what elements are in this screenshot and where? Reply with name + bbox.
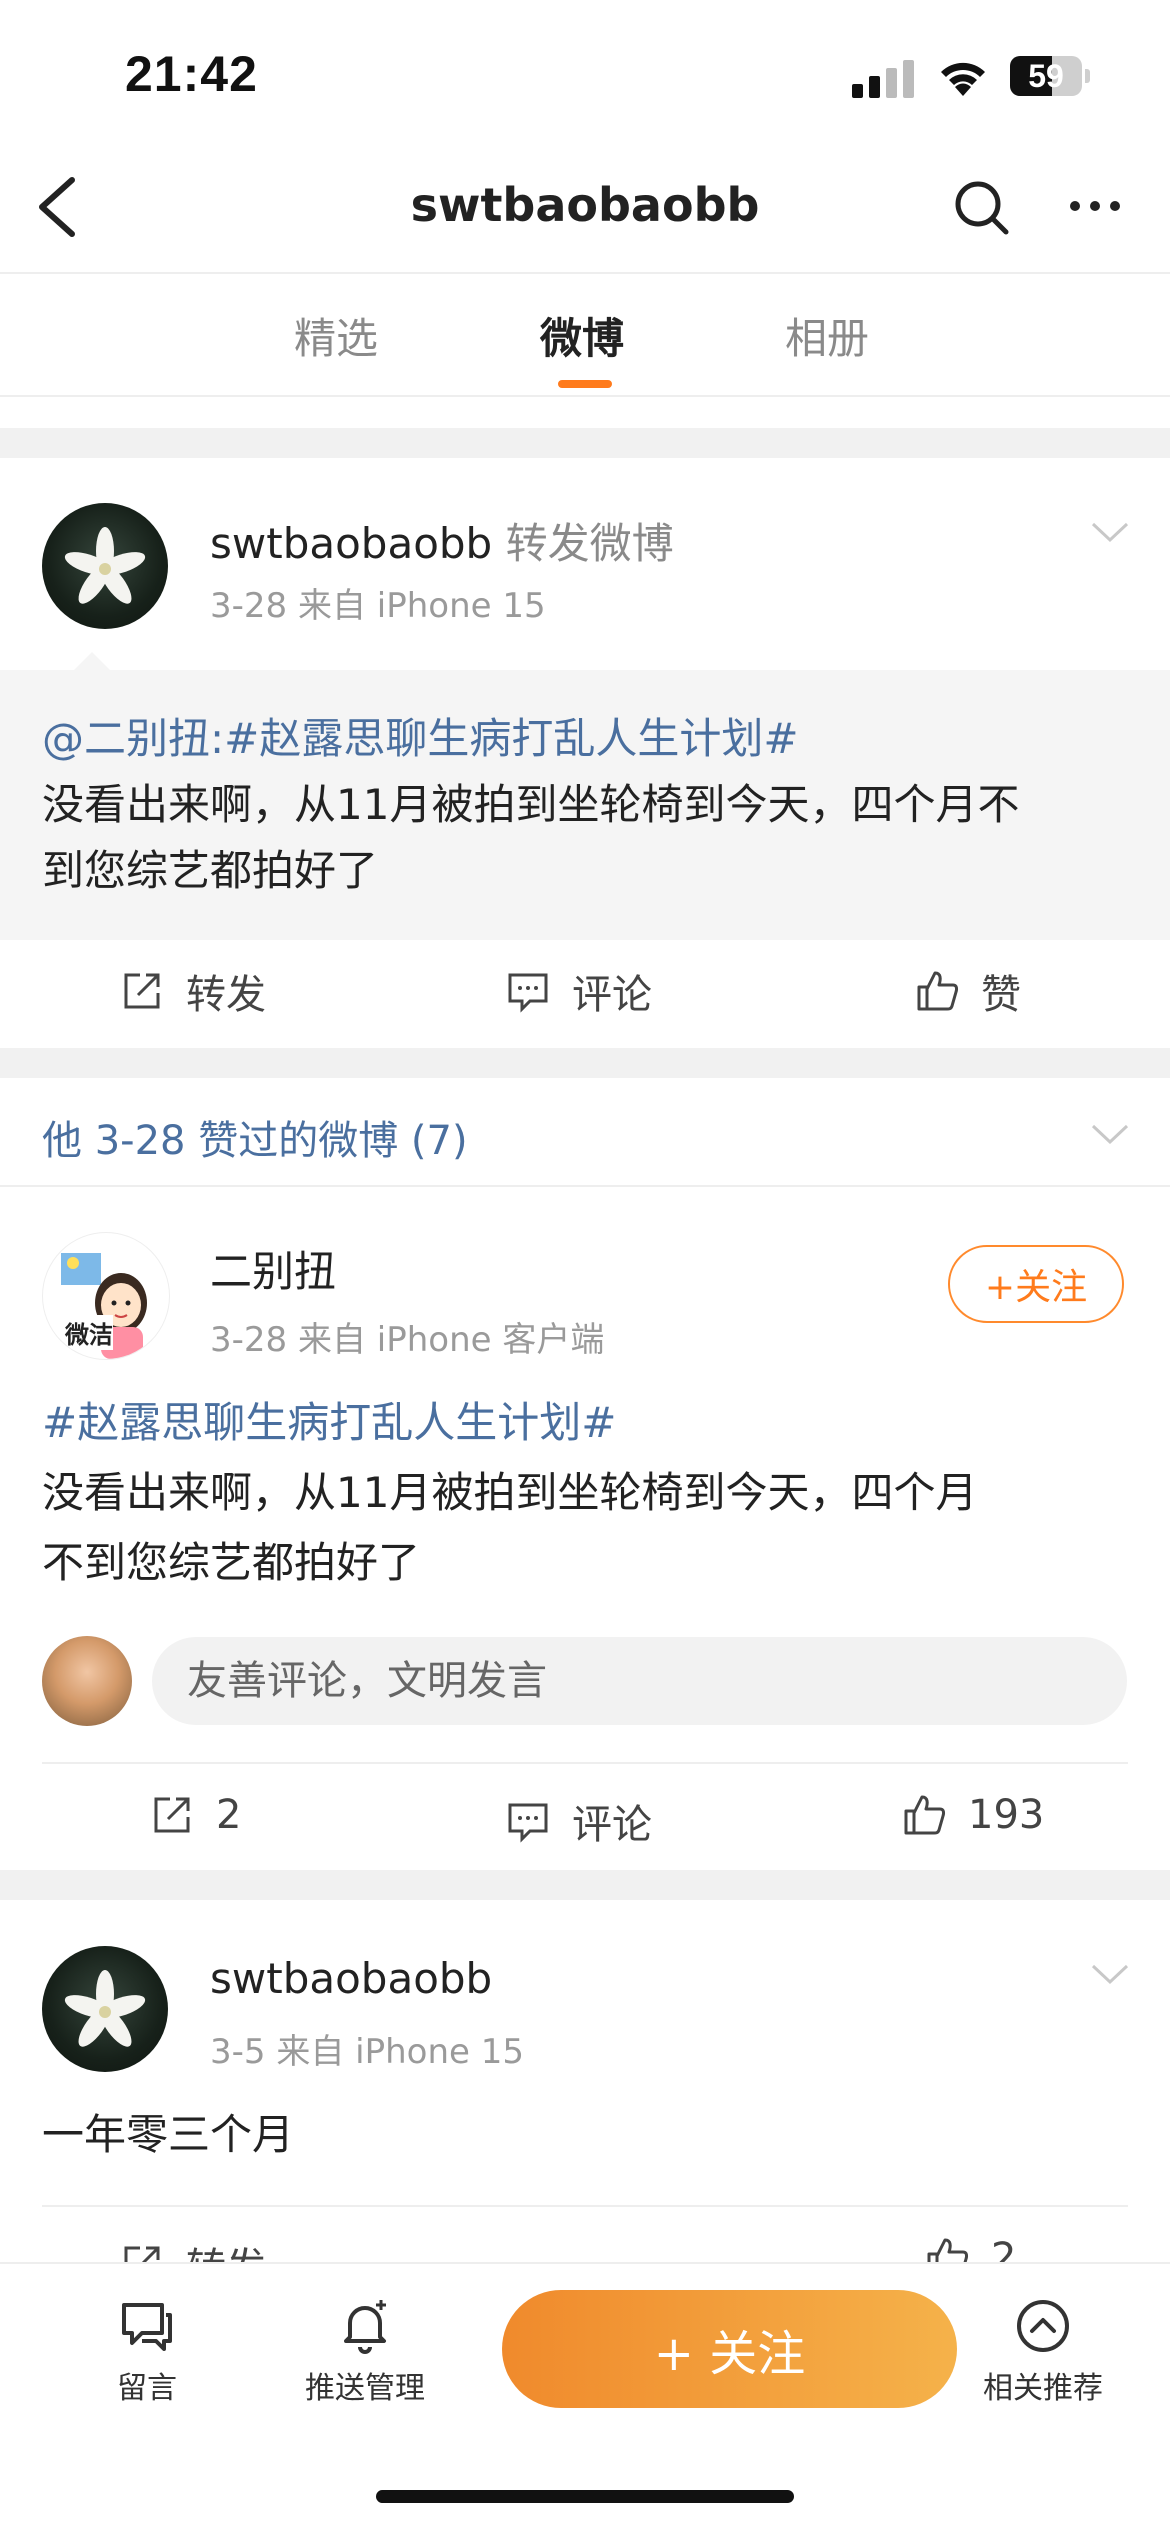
repost-icon — [124, 973, 160, 1009]
home-indicator[interactable] — [376, 2490, 794, 2503]
text-line: 没看出来啊，从11月被拍到坐轮椅到今天，四个月 — [42, 1468, 978, 1517]
divider — [42, 1762, 1128, 1764]
section-gap — [0, 1048, 1170, 1078]
topic-link[interactable]: #赵露思聊生病打乱人生计划# — [42, 1398, 616, 1447]
avatar-badge: 微洁 — [65, 1315, 113, 1350]
repost-icon — [154, 1797, 190, 1833]
tab-active-indicator — [558, 380, 612, 388]
text-line: 到您综艺都拍好了 — [42, 846, 379, 895]
comment-label: 评论 — [572, 972, 652, 1018]
divider — [42, 2205, 1128, 2207]
bell-icon — [344, 2300, 386, 2354]
thumbs-up-icon — [904, 1795, 946, 1835]
section-gap — [0, 428, 1170, 458]
battery-icon: 59 — [1010, 56, 1082, 96]
repost-button[interactable]: 2 — [150, 1792, 241, 1838]
topic-link[interactable]: #赵露思聊生病打乱人生计划# — [224, 714, 798, 763]
message-button[interactable]: 留言 — [72, 2297, 222, 2407]
section-gap — [0, 1870, 1170, 1900]
comment-label: 评论 — [572, 1802, 652, 1848]
search-icon[interactable] — [950, 176, 1014, 240]
push-settings-button[interactable]: 推送管理 — [290, 2297, 440, 2407]
status-time: 21:42 — [125, 46, 258, 102]
comment-icon — [508, 1803, 548, 1843]
username[interactable]: swtbaobaobb — [210, 519, 492, 568]
more-icon[interactable] — [1065, 196, 1125, 216]
username[interactable]: swtbaobaobb — [210, 1954, 492, 2003]
chevron-down-icon[interactable] — [1090, 520, 1130, 544]
reposted-text: @二别扭:#赵露思聊生病打乱人生计划# 没看出来啊，从11月被拍到坐轮椅到今天，… — [42, 706, 1019, 904]
related-recommend-label: 相关推荐 — [983, 2371, 1103, 2406]
post-meta: 3-28 来自 iPhone 客户端 — [210, 1312, 604, 1361]
post-text: 一年零三个月 — [42, 2110, 295, 2159]
repost-button[interactable]: 转发 — [120, 962, 266, 1020]
repost-pointer — [72, 652, 112, 672]
post-meta: 3-28 来自 iPhone 15 — [210, 586, 546, 626]
repost-tag: 转发微博 — [505, 519, 674, 568]
comment-icon — [508, 973, 548, 1013]
text-line: 没看出来啊，从11月被拍到坐轮椅到今天，四个月不 — [42, 780, 1020, 829]
comment-button[interactable]: 评论 — [506, 962, 652, 1020]
wifi-icon — [935, 54, 991, 98]
avatar[interactable] — [42, 1946, 168, 2072]
section-divider — [0, 1185, 1170, 1187]
tab-weibo[interactable]: 微博 — [540, 305, 624, 366]
related-recommend-button[interactable]: 相关推荐 — [968, 2297, 1118, 2407]
tab-featured[interactable]: 精选 — [294, 305, 378, 366]
comment-input[interactable]: 友善评论，文明发言 — [152, 1637, 1127, 1725]
comment-button[interactable]: 评论 — [506, 1792, 652, 1850]
user-avatar — [42, 1636, 132, 1726]
username[interactable]: 二别扭 — [210, 1238, 336, 1299]
avatar[interactable] — [42, 503, 168, 629]
battery-tip — [1085, 69, 1090, 83]
post-text: #赵露思聊生病打乱人生计划# 没看出来啊，从11月被拍到坐轮椅到今天，四个月 不… — [42, 1388, 977, 1598]
like-button[interactable]: 赞 — [915, 962, 1021, 1020]
chevron-down-icon[interactable] — [1090, 1122, 1130, 1146]
message-label: 留言 — [117, 2371, 177, 2406]
mention-link[interactable]: @二别扭: — [42, 714, 224, 763]
repost-label: 转发 — [186, 972, 266, 1018]
push-settings-label: 推送管理 — [305, 2371, 425, 2406]
message-icon — [122, 2303, 172, 2351]
avatar[interactable]: 微洁 — [42, 1232, 170, 1360]
follow-button[interactable]: +关注 — [948, 1245, 1124, 1323]
repost-count: 2 — [216, 1792, 242, 1838]
liked-posts-header[interactable]: 他 3-28 赞过的微博 (7) — [42, 1108, 468, 1166]
like-count: 193 — [968, 1792, 1045, 1838]
tabs-divider — [0, 395, 1170, 397]
follow-main-button[interactable]: + 关注 — [502, 2290, 957, 2408]
tab-album[interactable]: 相册 — [785, 305, 869, 366]
like-button[interactable]: 193 — [902, 1792, 1044, 1838]
chevron-down-icon[interactable] — [1090, 1962, 1130, 1986]
post-meta-text: 3-28 来自 iPhone 客户端 — [210, 1320, 605, 1360]
nav-divider — [0, 272, 1170, 274]
text-line: 不到您综艺都拍好了 — [42, 1538, 421, 1587]
like-label: 赞 — [981, 972, 1021, 1018]
cellular-signal-icon — [852, 60, 916, 98]
post-meta: 3-5 来自 iPhone 15 — [210, 2032, 524, 2072]
chevron-up-circle-icon — [1017, 2300, 1069, 2352]
thumbs-up-icon — [917, 971, 959, 1011]
post-author[interactable]: swtbaobaobb 转发微博 — [210, 510, 674, 571]
